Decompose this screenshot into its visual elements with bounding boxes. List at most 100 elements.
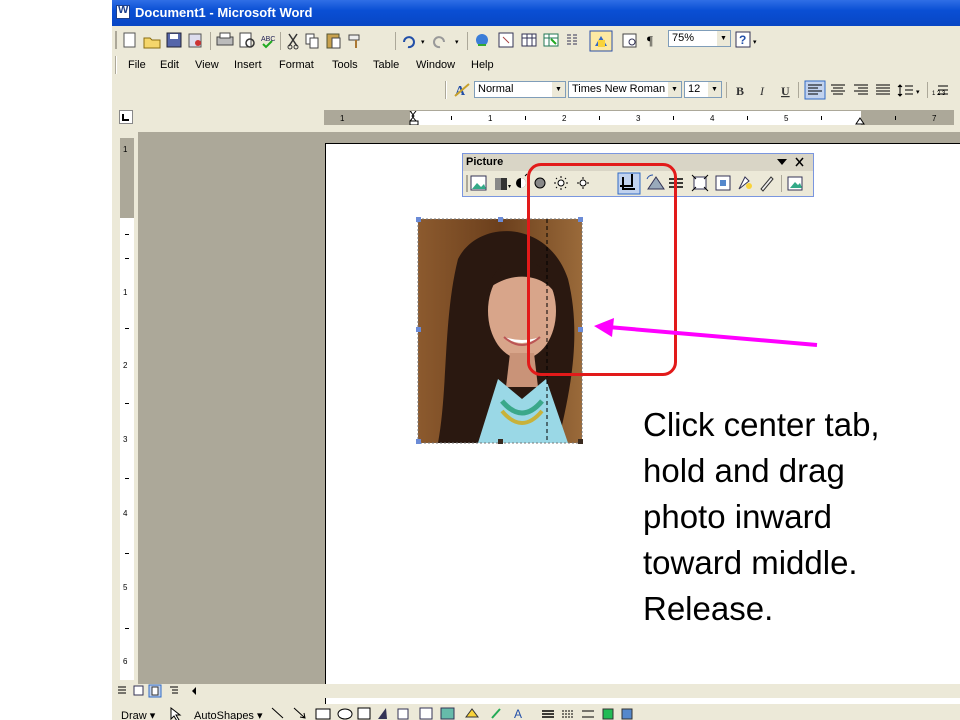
menu-help[interactable]: Help — [471, 59, 494, 71]
format-painter-icon[interactable] — [348, 34, 360, 48]
align-center-icon[interactable] — [831, 84, 845, 95]
word-app-icon[interactable] — [116, 4, 130, 19]
outline-view-icon[interactable] — [170, 686, 178, 694]
menu-table[interactable]: Table — [373, 59, 399, 71]
insert-picture-icon[interactable] — [440, 707, 455, 720]
zoom-dropdown-arrow[interactable]: ▼ — [717, 31, 730, 46]
wordart-icon[interactable] — [378, 708, 387, 719]
tab-selector-icon[interactable] — [119, 110, 133, 124]
menu-format[interactable]: Format — [279, 59, 314, 71]
crop-handle[interactable] — [498, 439, 503, 444]
style-dropdown-arrow[interactable]: ▼ — [552, 82, 565, 97]
color-icon[interactable]: ▾ — [495, 178, 511, 190]
crop-handle[interactable] — [578, 439, 583, 444]
menu-window[interactable]: Window — [416, 59, 455, 71]
line-icon[interactable] — [271, 707, 284, 719]
show-hide-icon[interactable]: ¶ — [647, 33, 653, 48]
print-layout-icon[interactable] — [148, 684, 162, 698]
more-contrast-icon[interactable] — [516, 173, 528, 188]
columns-icon[interactable] — [567, 34, 577, 45]
style-combo[interactable]: Normal ▼ — [474, 81, 566, 98]
3d-style-icon[interactable] — [621, 708, 633, 720]
compress-pictures-icon[interactable] — [691, 174, 709, 192]
crop-handle[interactable] — [416, 217, 421, 222]
format-picture-icon[interactable] — [738, 176, 752, 190]
insert-table-icon[interactable] — [521, 33, 537, 47]
select-objects-icon[interactable] — [168, 707, 182, 720]
cut-icon[interactable] — [287, 33, 299, 50]
justify-icon[interactable] — [876, 84, 890, 95]
text-wrapping-icon[interactable] — [715, 175, 731, 191]
crop-handle[interactable] — [416, 327, 421, 332]
scroll-left-icon[interactable] — [192, 687, 196, 695]
styles-formatting-icon[interactable]: A — [453, 80, 473, 100]
numbering-icon[interactable]: 1 2 3 — [932, 85, 948, 97]
menu-insert[interactable]: Insert — [234, 59, 262, 71]
align-left-icon[interactable] — [804, 80, 826, 100]
underline-icon[interactable]: U — [781, 84, 790, 98]
font-size-dropdown-arrow[interactable]: ▼ — [708, 82, 721, 97]
copy-icon[interactable] — [305, 33, 319, 49]
oval-icon[interactable] — [337, 708, 353, 720]
indent-marker-icon[interactable] — [409, 111, 417, 122]
draw-menu-button[interactable]: Draw ▾ — [121, 709, 155, 720]
instruction-line: photo inward — [643, 498, 832, 535]
menu-grip — [115, 56, 117, 74]
clip-art-icon[interactable] — [419, 707, 433, 720]
close-icon[interactable] — [795, 157, 804, 167]
font-combo[interactable]: Times New Roman ▼ — [568, 81, 682, 98]
rectangle-icon[interactable] — [315, 708, 331, 720]
horizontal-ruler[interactable]: 1 1 2 3 4 5 7 — [324, 110, 954, 125]
normal-view-icon[interactable] — [118, 686, 126, 694]
diagram-icon[interactable] — [397, 708, 409, 720]
paste-icon[interactable] — [326, 33, 341, 49]
document-map-icon[interactable] — [622, 33, 637, 48]
new-icon[interactable] — [123, 32, 136, 48]
print-icon[interactable] — [216, 32, 234, 46]
undo-icon[interactable]: ▾ — [403, 36, 425, 49]
drawing-icon[interactable] — [589, 30, 613, 52]
dash-style-icon[interactable] — [562, 710, 574, 718]
arrow-style-icon[interactable] — [582, 710, 594, 718]
menu-edit[interactable]: Edit — [160, 59, 179, 71]
fill-color-icon[interactable] — [465, 708, 479, 718]
italic-icon[interactable]: I — [759, 84, 765, 98]
instruction-line: Release. — [643, 590, 774, 627]
crop-handle[interactable] — [416, 439, 421, 444]
menu-file[interactable]: File — [128, 59, 146, 71]
spelling-icon[interactable]: ABC — [261, 36, 275, 49]
font-color-icon[interactable]: A — [514, 707, 522, 720]
bold-icon[interactable]: B — [736, 84, 744, 98]
font-dropdown-arrow[interactable]: ▼ — [668, 82, 681, 97]
save-icon[interactable] — [166, 32, 182, 48]
align-right-icon[interactable] — [854, 84, 868, 95]
line-spacing-icon[interactable]: ▾ — [897, 84, 920, 97]
zoom-combo[interactable]: 75% ▼ — [668, 30, 731, 47]
insert-excel-icon[interactable] — [543, 33, 559, 47]
vertical-ruler[interactable]: 1 1 2 3 4 5 6 — [120, 138, 134, 680]
insert-picture-icon[interactable] — [470, 175, 487, 191]
line-style-icon[interactable] — [542, 710, 554, 718]
font-size-combo[interactable]: 12 ▼ — [684, 81, 722, 98]
crop-handle[interactable] — [498, 217, 503, 222]
set-transparent-color-icon[interactable] — [760, 176, 774, 192]
menu-tools[interactable]: Tools — [332, 59, 358, 71]
reset-picture-icon[interactable] — [787, 176, 803, 191]
redo-icon[interactable]: ▾ — [433, 36, 459, 49]
menu-view[interactable]: View — [195, 59, 219, 71]
permission-icon[interactable] — [188, 33, 202, 48]
shadow-style-icon[interactable] — [602, 708, 614, 720]
hyperlink-icon[interactable] — [476, 34, 488, 46]
arrow-icon[interactable] — [293, 707, 306, 719]
text-box-icon[interactable] — [357, 707, 371, 720]
toolbar-options-icon[interactable] — [777, 159, 787, 165]
tables-borders-icon[interactable] — [498, 32, 514, 48]
right-indent-icon[interactable] — [855, 117, 865, 125]
web-layout-icon[interactable] — [133, 685, 144, 696]
print-preview-icon[interactable] — [239, 32, 255, 48]
line-color-icon[interactable] — [491, 708, 501, 719]
ruler-label: 2 — [562, 114, 567, 123]
open-icon[interactable] — [143, 37, 161, 49]
help-icon[interactable]: ? ▾ — [732, 26, 772, 54]
autoshapes-menu-button[interactable]: AutoShapes ▾ — [194, 709, 263, 720]
